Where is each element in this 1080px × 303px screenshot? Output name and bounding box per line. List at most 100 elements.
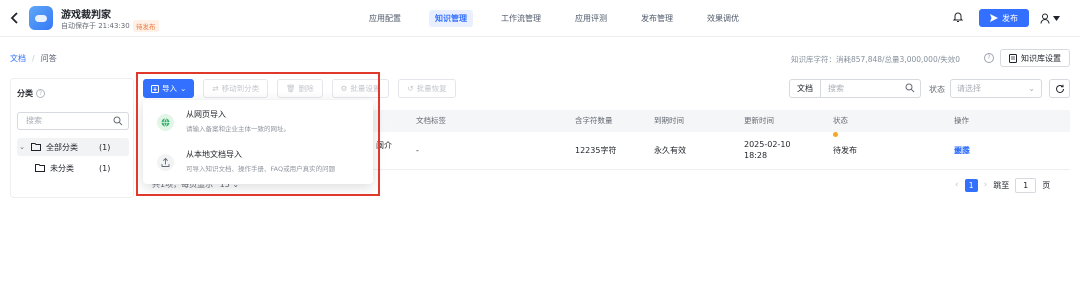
autosave-time: 自动保存于 21:43:30: [61, 22, 130, 30]
caret-down-icon: [1053, 15, 1060, 21]
user-menu[interactable]: [1040, 10, 1068, 26]
folder-icon: [31, 143, 41, 151]
import-label: 导入: [162, 84, 177, 93]
import-web-title: 从网页导入: [186, 110, 226, 119]
category-label: 全部分类: [46, 142, 78, 152]
breadcrumb-current: 问答: [40, 54, 57, 63]
help-icon[interactable]: ?: [984, 53, 994, 63]
move-label: 移动到分类: [221, 84, 260, 93]
top-nav-tabs: 应用配置 知识管理 工作流管理 应用评测 发布管理 效果调优: [363, 0, 767, 37]
tab-knowledge[interactable]: 知识管理: [429, 10, 473, 27]
delete-button[interactable]: 🗑 删除: [277, 79, 323, 98]
category-count: (1): [99, 142, 111, 152]
app-logo: [29, 6, 53, 30]
folder-icon: [35, 164, 45, 172]
category-count: (1): [99, 163, 111, 173]
back-button[interactable]: [10, 11, 22, 25]
doc-updated-time: 18:28: [744, 151, 768, 160]
column-header: 文档标签: [416, 116, 446, 125]
globe-icon: [157, 114, 174, 131]
column-header: 操作: [954, 116, 969, 125]
category-title-text: 分类: [17, 89, 33, 98]
publish-button[interactable]: 发布: [979, 9, 1029, 27]
refresh-icon: [1055, 84, 1064, 93]
import-icon: [151, 84, 159, 93]
tab-app-config[interactable]: 应用配置: [363, 10, 407, 27]
prev-page-button[interactable]: ‹: [955, 180, 959, 190]
category-search-input[interactable]: 搜索: [17, 112, 129, 130]
import-from-web-item[interactable]: 从网页导入 请输入备案和企业主体一致的网址。: [149, 104, 367, 140]
kb-settings-label: 知识库设置: [1021, 53, 1061, 63]
doc-search-input[interactable]: 搜索: [821, 79, 921, 98]
page-unit: 页: [1042, 180, 1051, 190]
more-link[interactable]: 更多: [954, 132, 970, 170]
doc-updated-date: 2025-02-10: [744, 140, 791, 149]
import-dropdown-menu: 从网页导入 请输入备案和企业主体一致的网址。 从本地文档导入 可导入知识文档、操…: [143, 100, 373, 184]
import-from-local-item[interactable]: 从本地文档导入 可导入知识文档、操作手册、FAQ或用户真实的问题: [149, 144, 367, 180]
gear-icon: ⚙: [340, 84, 348, 93]
refresh-button[interactable]: [1049, 79, 1070, 98]
goto-page-input[interactable]: 1: [1015, 177, 1037, 193]
send-icon: [990, 14, 998, 22]
breadcrumb-separator: /: [32, 54, 35, 63]
search-icon: [905, 83, 915, 93]
doc-search-placeholder: 搜索: [828, 84, 844, 93]
import-button[interactable]: 导入 ⌄: [143, 79, 195, 98]
app-name: 游戏裁判家: [61, 10, 111, 21]
category-title: 分类 ?: [17, 88, 45, 99]
trash-icon: 🗑: [286, 84, 296, 93]
upload-icon: [157, 154, 174, 171]
delete-label: 删除: [298, 84, 314, 93]
breadcrumb-root[interactable]: 文档: [10, 53, 26, 64]
doc-type-select[interactable]: 文档: [789, 79, 821, 98]
chevron-down-icon: ⌄: [1028, 84, 1035, 93]
column-header: 到期时间: [654, 116, 684, 125]
breadcrumb: 文档 / 问答: [10, 53, 57, 64]
doc-status-text: 待发布: [833, 146, 857, 155]
search-icon: [113, 116, 123, 126]
kb-usage-text: 知识库字符：消耗857,848/总量3,000,000/失效0: [791, 55, 961, 64]
move-to-category-button[interactable]: ⇄ 移动到分类: [203, 79, 269, 98]
kb-settings-button[interactable]: 知识库设置: [1000, 49, 1070, 67]
next-page-button[interactable]: ›: [984, 180, 988, 190]
batch-restore-button[interactable]: ↺ 批量恢复: [398, 79, 456, 98]
batch-settings-button[interactable]: ⚙ 批量设置: [331, 79, 390, 98]
batch-restore-label: 批量恢复: [416, 84, 447, 93]
restore-icon: ↺: [407, 84, 414, 93]
import-local-title: 从本地文档导入: [186, 150, 242, 159]
tab-tuning[interactable]: 效果调优: [701, 10, 745, 27]
chevron-left-icon: [10, 12, 18, 24]
category-item-all[interactable]: ⌄ 全部分类 (1): [17, 138, 129, 156]
tab-publish-mgmt[interactable]: 发布管理: [635, 10, 679, 27]
doc-char-count: 12235字符: [575, 146, 617, 155]
tab-evaluation[interactable]: 应用评测: [569, 10, 613, 27]
publish-label: 发布: [1002, 13, 1018, 23]
notification-button[interactable]: [952, 11, 964, 23]
user-icon: [1040, 13, 1050, 24]
top-header: 游戏裁判家 自动保存于 21:43:30 待发布 应用配置 知识管理 工作流管理…: [0, 0, 1080, 37]
doc-search-group: 文档 搜索: [789, 79, 921, 98]
tab-workflow[interactable]: 工作流管理: [495, 10, 547, 27]
column-header: 状态: [833, 116, 848, 125]
import-web-desc: 请输入备案和企业主体一致的网址。: [186, 125, 290, 133]
status-badge: 待发布: [133, 20, 159, 32]
bell-icon: [952, 12, 964, 22]
category-label: 未分类: [50, 163, 74, 173]
doc-name[interactable]: 阐介: [376, 141, 392, 151]
status-select-placeholder: 请选择: [957, 84, 981, 93]
category-item-uncategorized[interactable]: 未分类 (1): [31, 159, 129, 177]
status-select[interactable]: 请选择 ⌄: [950, 79, 1042, 98]
chevron-down-icon[interactable]: ⌄: [17, 143, 27, 151]
document-icon: [1009, 53, 1017, 63]
pagination: ‹ 1 › 跳至 1 页: [955, 177, 1050, 193]
doc-tag: -: [416, 146, 419, 155]
category-search-placeholder: 搜索: [26, 116, 42, 125]
doc-expiry: 永久有效: [654, 146, 686, 155]
help-icon[interactable]: ?: [36, 89, 45, 98]
column-header: 含字符数量: [575, 116, 613, 125]
status-filter-label: 状态: [929, 85, 945, 94]
category-panel: 分类 ? 搜索 ⌄ 全部分类 (1) 未分类 (1): [10, 78, 134, 198]
current-page[interactable]: 1: [964, 178, 978, 192]
document-toolbar: 导入 ⌄ ⇄ 移动到分类 🗑 删除 ⚙ 批量设置 ↺ 批量恢复: [143, 79, 456, 98]
chevron-down-icon: ⌄: [180, 84, 187, 93]
